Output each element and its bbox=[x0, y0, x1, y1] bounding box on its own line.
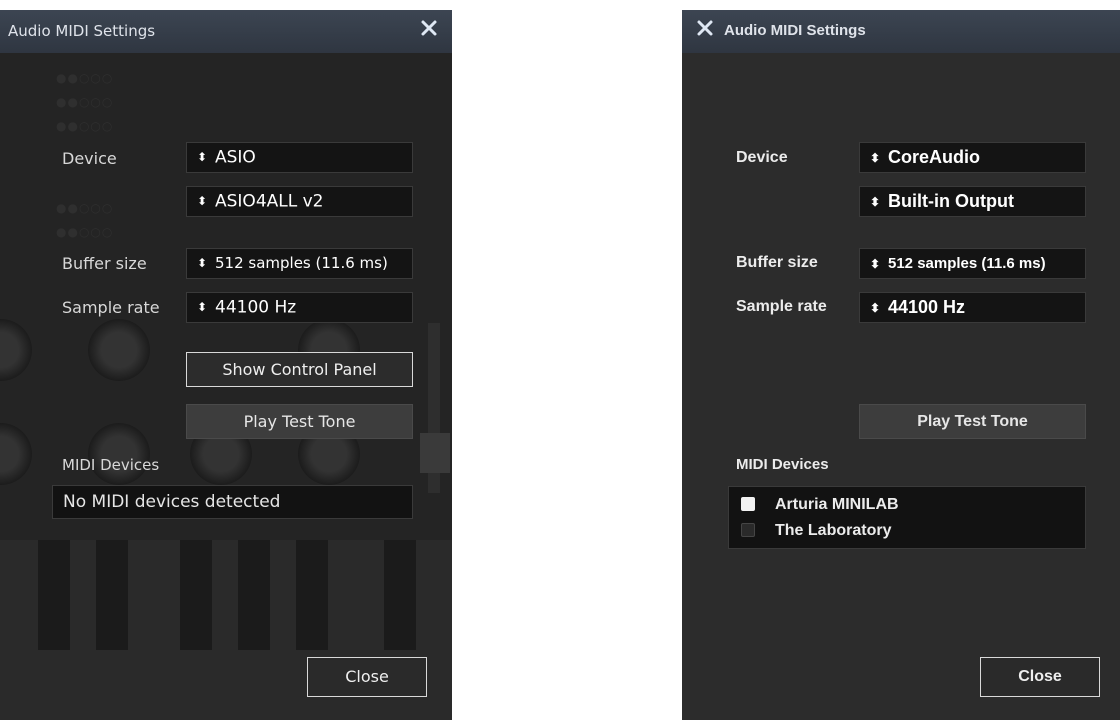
midi-device-item[interactable]: The Laboratory bbox=[741, 522, 891, 540]
midi-devices-label: MIDI Devices bbox=[736, 456, 829, 473]
fader-track-decoration bbox=[428, 323, 440, 493]
knob-decoration bbox=[88, 319, 150, 381]
midi-device-name: The Laboratory bbox=[775, 522, 892, 539]
buffer-size-value: 512 samples (11.6 ms) bbox=[215, 254, 388, 272]
buffer-size-label: Buffer size bbox=[736, 254, 818, 271]
device-type-select[interactable]: ⬍ ASIO bbox=[186, 142, 413, 173]
up-down-arrows-icon: ⬍ bbox=[197, 194, 208, 208]
close-button[interactable]: Close bbox=[980, 657, 1100, 697]
up-down-arrows-icon: ⬍ bbox=[197, 300, 208, 314]
up-down-arrows-icon: ⬍ bbox=[870, 150, 881, 165]
sample-rate-select[interactable]: ⬍ 44100 Hz bbox=[859, 292, 1086, 323]
midi-devices-label: MIDI Devices bbox=[62, 456, 160, 474]
led-row-decoration: ●●○○○ bbox=[56, 119, 114, 133]
up-down-arrows-icon: ⬍ bbox=[870, 300, 881, 315]
sample-rate-label: Sample rate bbox=[736, 298, 827, 315]
fader-cap-decoration bbox=[420, 433, 450, 473]
buffer-size-select[interactable]: ⬍ 512 samples (11.6 ms) bbox=[859, 248, 1086, 279]
buffer-size-label: Buffer size bbox=[62, 254, 147, 273]
up-down-arrows-icon: ⬍ bbox=[197, 150, 208, 164]
led-row-decoration: ●●○○○ bbox=[56, 201, 114, 215]
knob-decoration bbox=[0, 423, 32, 485]
midi-devices-list: Arturia MINILAB The Laboratory bbox=[728, 486, 1086, 549]
play-test-tone-button[interactable]: Play Test Tone bbox=[859, 404, 1086, 439]
device-label: Device bbox=[736, 149, 788, 166]
knob-decoration bbox=[0, 319, 32, 381]
device-label: Device bbox=[62, 149, 117, 168]
device-type-value: CoreAudio bbox=[888, 147, 980, 167]
device-output-value: Built-in Output bbox=[888, 191, 1014, 211]
close-icon[interactable] bbox=[420, 19, 438, 41]
device-output-select[interactable]: ⬍ ASIO4ALL v2 bbox=[186, 186, 413, 217]
midi-devices-list: No MIDI devices detected bbox=[52, 485, 413, 519]
checkbox-checked[interactable] bbox=[741, 497, 755, 511]
close-button[interactable]: Close bbox=[307, 657, 427, 697]
title-bar: Audio MIDI Settings bbox=[682, 10, 1120, 53]
up-down-arrows-icon: ⬍ bbox=[870, 256, 881, 271]
show-control-panel-button[interactable]: Show Control Panel bbox=[186, 352, 413, 387]
sample-rate-label: Sample rate bbox=[62, 298, 160, 317]
close-icon[interactable] bbox=[696, 19, 714, 41]
audio-midi-settings-window-left: ●●○○○ ●●○○○ ●●○○○ ●●○○○ ●●○○○ Audio MIDI… bbox=[0, 10, 452, 720]
up-down-arrows-icon: ⬍ bbox=[197, 256, 208, 270]
title-bar: Audio MIDI Settings bbox=[0, 10, 452, 53]
device-output-select[interactable]: ⬍ Built-in Output bbox=[859, 186, 1086, 217]
up-down-arrows-icon: ⬍ bbox=[870, 194, 881, 209]
play-test-tone-button[interactable]: Play Test Tone bbox=[186, 404, 413, 439]
device-type-select[interactable]: ⬍ CoreAudio bbox=[859, 142, 1086, 173]
midi-status-text: No MIDI devices detected bbox=[63, 492, 281, 512]
checkbox-unchecked[interactable] bbox=[741, 523, 755, 537]
window-title: Audio MIDI Settings bbox=[8, 22, 156, 40]
sample-rate-value: 44100 Hz bbox=[215, 297, 297, 318]
led-row-decoration: ●●○○○ bbox=[56, 225, 114, 239]
audio-midi-settings-window-right: Audio MIDI Settings Device ⬍ CoreAudio ⬍ B… bbox=[682, 10, 1120, 720]
midi-device-item[interactable]: Arturia MINILAB bbox=[741, 496, 899, 514]
sample-rate-select[interactable]: ⬍ 44100 Hz bbox=[186, 292, 413, 323]
sample-rate-value: 44100 Hz bbox=[888, 297, 966, 317]
midi-device-name: Arturia MINILAB bbox=[775, 496, 899, 513]
led-row-decoration: ●●○○○ bbox=[56, 71, 114, 85]
led-row-decoration: ●●○○○ bbox=[56, 95, 114, 109]
device-type-value: ASIO bbox=[215, 147, 256, 168]
window-title: Audio MIDI Settings bbox=[724, 22, 866, 39]
knob-decoration bbox=[88, 423, 150, 485]
device-output-value: ASIO4ALL v2 bbox=[215, 191, 324, 212]
buffer-size-value: 512 samples (11.6 ms) bbox=[888, 255, 1046, 272]
buffer-size-select[interactable]: ⬍ 512 samples (11.6 ms) bbox=[186, 248, 413, 279]
